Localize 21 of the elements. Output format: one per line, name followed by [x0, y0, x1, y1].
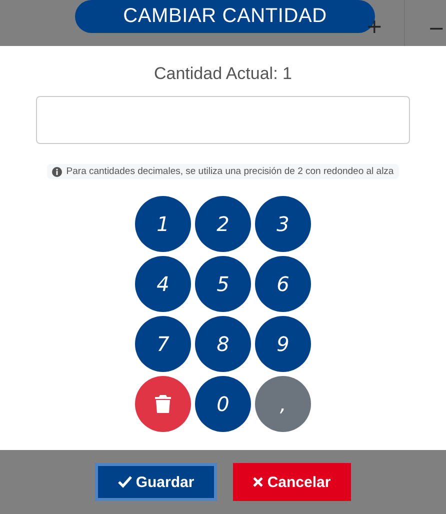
- check-icon: [118, 476, 132, 488]
- digit-key[interactable]: 4: [135, 256, 191, 312]
- comma-key[interactable]: ,: [255, 376, 311, 432]
- digit-key[interactable]: 1: [135, 196, 191, 252]
- digit-key[interactable]: 9: [255, 316, 311, 372]
- info-icon: [52, 166, 62, 176]
- digit-key[interactable]: 3: [255, 196, 311, 252]
- digit-key[interactable]: 2: [195, 196, 251, 252]
- digit-key[interactable]: 0: [195, 376, 251, 432]
- note-text: Para cantidades decimales, se utiliza una precisión de 2 con redondeo al alza: [66, 166, 394, 177]
- digit-key[interactable]: 7: [135, 316, 191, 372]
- digit-key[interactable]: 5: [195, 256, 251, 312]
- quantity-field[interactable]: [36, 96, 410, 144]
- close-icon: [253, 477, 264, 487]
- digit-key[interactable]: 8: [195, 316, 251, 372]
- save-button[interactable]: Guardar: [95, 463, 217, 501]
- decrement-button[interactable]: −: [428, 18, 445, 38]
- digit-key[interactable]: 6: [255, 256, 311, 312]
- current-quantity: Cantidad Actual: 1: [154, 64, 292, 84]
- cancel-button[interactable]: Cancelar: [233, 463, 351, 501]
- trash-icon: [155, 395, 171, 413]
